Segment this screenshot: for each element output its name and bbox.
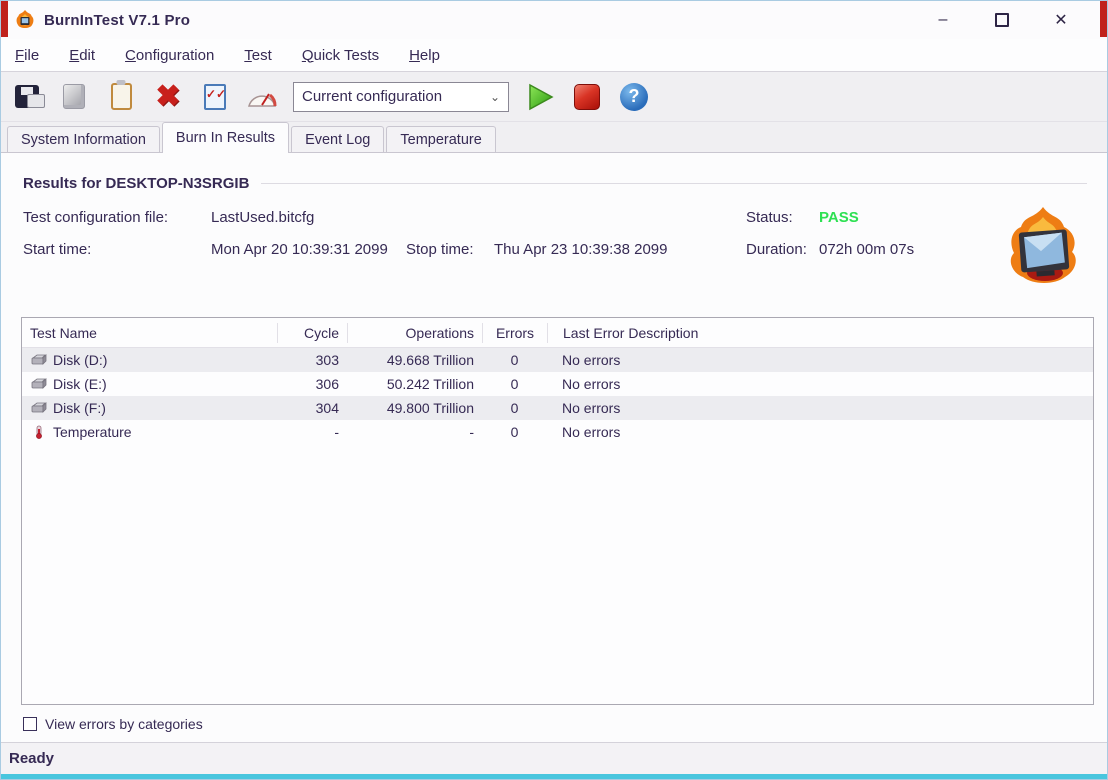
last-error-value: No errors — [547, 376, 1093, 392]
errors-value: 0 — [482, 424, 547, 440]
close-icon[interactable]: ✕ — [1051, 10, 1071, 30]
start-time-label: Start time: — [23, 241, 91, 258]
help-icon[interactable]: ? — [618, 81, 650, 113]
errors-value: 0 — [482, 376, 547, 392]
tab-temperature[interactable]: Temperature — [386, 126, 495, 152]
hard-disk-icon — [30, 401, 47, 415]
stop-time-label: Stop time: — [406, 241, 474, 258]
view-errors-checkbox[interactable] — [23, 717, 37, 731]
config-file-label: Test configuration file: — [23, 209, 168, 226]
start-time-value: Mon Apr 20 10:39:31 2099 — [211, 241, 388, 258]
test-name: Disk (F:) — [53, 400, 106, 416]
burn-in-results-panel: Results for DESKTOP-N3SRGIB Test configu… — [1, 153, 1107, 743]
desktop-edge-left — [1, 1, 8, 37]
table-row[interactable]: Disk (E:) 306 50.242 Trillion 0 No error… — [22, 372, 1093, 396]
configuration-dropdown[interactable]: Current configuration ⌄ — [293, 82, 509, 112]
tab-burn-in-results[interactable]: Burn In Results — [162, 122, 289, 153]
results-table: Test Name Cycle Operations Errors Last E… — [21, 317, 1094, 705]
col-last-error[interactable]: Last Error Description — [547, 323, 1093, 343]
tab-bar: System Information Burn In Results Event… — [1, 122, 1107, 153]
errors-value: 0 — [482, 400, 547, 416]
col-cycle[interactable]: Cycle — [277, 323, 347, 343]
status-value: PASS — [819, 209, 859, 226]
save-results-icon[interactable] — [11, 81, 43, 113]
burning-monitor-logo — [1001, 205, 1085, 289]
menu-bar: File Edit Configuration Test Quick Tests… — [1, 39, 1107, 72]
duration-label: Duration: — [746, 241, 807, 258]
hard-disk-icon — [30, 377, 47, 391]
test-name: Disk (E:) — [53, 376, 107, 392]
operations-value: 49.800 Trillion — [347, 400, 482, 416]
minimize-icon[interactable]: – — [933, 11, 953, 29]
app-flame-icon — [15, 10, 35, 30]
test-name: Disk (D:) — [53, 352, 107, 368]
config-file-value: LastUsed.bitcfg — [211, 209, 314, 226]
bottom-accent-line — [1, 774, 1107, 779]
stop-tests-icon[interactable] — [571, 81, 603, 113]
errors-value: 0 — [482, 352, 547, 368]
menu-test[interactable]: Test — [244, 47, 272, 64]
status-bar: Ready — [1, 743, 1107, 774]
menu-configuration[interactable]: Configuration — [125, 47, 214, 64]
title-bar: BurnInTest V7.1 Pro – ✕ — [1, 1, 1107, 39]
table-row[interactable]: Disk (D:) 303 49.668 Trillion 0 No error… — [22, 348, 1093, 372]
tab-system-information[interactable]: System Information — [7, 126, 160, 152]
tab-event-log[interactable]: Event Log — [291, 126, 384, 152]
last-error-value: No errors — [547, 400, 1093, 416]
operations-value: - — [347, 424, 482, 440]
configuration-dropdown-value: Current configuration — [302, 88, 442, 105]
last-error-value: No errors — [547, 352, 1093, 368]
system-info-icon[interactable] — [58, 81, 90, 113]
status-bar-text: Ready — [9, 750, 54, 767]
table-row[interactable]: Disk (F:) 304 49.800 Trillion 0 No error… — [22, 396, 1093, 420]
window-title: BurnInTest V7.1 Pro — [44, 12, 190, 29]
view-errors-checkbox-label: View errors by categories — [45, 716, 203, 732]
toolbar: ✖ ✓✓ Current configuration ⌄ ? — [1, 72, 1107, 122]
menu-help[interactable]: Help — [409, 47, 440, 64]
start-tests-icon[interactable] — [524, 81, 556, 113]
table-row[interactable]: Temperature - - 0 No errors — [22, 420, 1093, 444]
col-operations[interactable]: Operations — [347, 323, 482, 343]
maximize-icon[interactable] — [995, 13, 1009, 27]
stop-time-value: Thu Apr 23 10:39:38 2099 — [494, 241, 667, 258]
duration-value: 072h 00m 07s — [819, 241, 914, 258]
status-label: Status: — [746, 209, 793, 226]
menu-quick-tests[interactable]: Quick Tests — [302, 47, 379, 64]
desktop-edge-right — [1100, 1, 1107, 37]
test-checklist-icon[interactable]: ✓✓ — [199, 81, 231, 113]
test-name: Temperature — [53, 424, 132, 440]
cycle-value: - — [277, 424, 347, 440]
view-errors-checkbox-row: View errors by categories — [23, 716, 203, 732]
table-header: Test Name Cycle Operations Errors Last E… — [22, 318, 1093, 348]
gauge-icon[interactable] — [246, 81, 278, 113]
cycle-value: 306 — [277, 376, 347, 392]
hard-disk-icon — [30, 353, 47, 367]
burnintest-window: BurnInTest V7.1 Pro – ✕ File Edit Config… — [0, 0, 1108, 780]
results-heading: Results for DESKTOP-N3SRGIB — [23, 175, 249, 192]
col-test-name[interactable]: Test Name — [22, 323, 277, 343]
thermometer-icon — [30, 425, 47, 439]
menu-file[interactable]: File — [15, 47, 39, 64]
menu-edit[interactable]: Edit — [69, 47, 95, 64]
heading-divider — [261, 183, 1087, 184]
operations-value: 50.242 Trillion — [347, 376, 482, 392]
delete-results-icon[interactable]: ✖ — [152, 81, 184, 113]
chevron-down-icon: ⌄ — [490, 90, 500, 104]
clipboard-icon[interactable] — [105, 81, 137, 113]
last-error-value: No errors — [547, 424, 1093, 440]
operations-value: 49.668 Trillion — [347, 352, 482, 368]
cycle-value: 304 — [277, 400, 347, 416]
cycle-value: 303 — [277, 352, 347, 368]
col-errors[interactable]: Errors — [482, 323, 547, 343]
